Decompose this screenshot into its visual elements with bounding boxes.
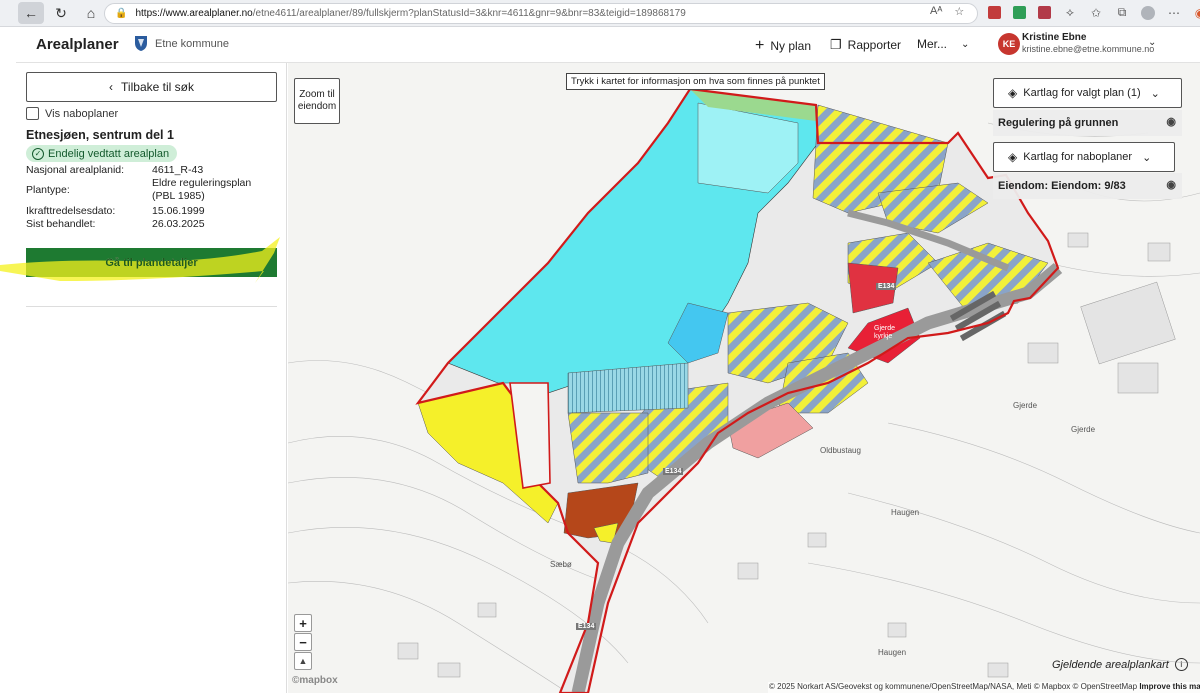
home-icon[interactable]: ⌂ xyxy=(78,2,104,24)
show-neighbour-plans-toggle[interactable]: Vis naboplaner xyxy=(26,107,118,120)
favorites-icon[interactable]: ✩ xyxy=(1089,6,1103,20)
user-avatar[interactable]: KE xyxy=(998,33,1020,55)
zoom-to-property-line-1: Zoom til xyxy=(299,89,335,100)
sidebar-divider xyxy=(26,306,277,307)
go-to-plan-details-overlay[interactable]: Gå til plandetaljer xyxy=(26,248,277,277)
map-click-tooltip: Trykk i kartet for informasjon om hva so… xyxy=(566,73,825,90)
zoom-in-button[interactable]: + xyxy=(294,614,312,632)
place-label-haugen-2: Haugen xyxy=(878,648,907,657)
url-path: /etne4611/arealplaner/89/fullskjerm?plan… xyxy=(252,8,686,19)
extensions-puzzle-icon[interactable]: ⟡ xyxy=(1063,5,1077,20)
improve-map-link[interactable]: Improve this map xyxy=(1139,682,1200,691)
national-id-value: 4611_R-43 xyxy=(152,164,204,176)
plan-title: Etnesjøen, sentrum del 1 xyxy=(26,128,174,142)
chevron-down-icon: ⌄ xyxy=(961,38,970,50)
extension-green-icon[interactable] xyxy=(1013,6,1026,19)
layer-regulation-row[interactable]: Regulering på grunnen ◉ xyxy=(993,110,1182,136)
effective-date-value: 15.06.1999 xyxy=(152,205,205,217)
status-label: Endelig vedtatt arealplan xyxy=(48,147,170,160)
eye-icon[interactable]: ◉ xyxy=(1166,115,1176,128)
layer-regulation-label: Regulering på grunnen xyxy=(998,117,1119,129)
app-header: Arealplaner Etne kommune + Ny plan ❐ Rap… xyxy=(16,27,1200,63)
current-plan-map-text: Gjeldende arealplankart xyxy=(1052,658,1169,671)
back-arrow-icon[interactable]: ← xyxy=(18,2,44,24)
collections-icon[interactable]: ⧉ xyxy=(1115,5,1129,20)
kommune-shield-icon xyxy=(135,36,147,51)
place-label-oldbustaug: Oldbustaug xyxy=(820,446,861,455)
profile-icon[interactable] xyxy=(1141,5,1155,20)
compass-icon[interactable]: ▲ xyxy=(294,652,312,670)
attribution-text: © 2025 Norkart AS/Geovekst og kommunene/… xyxy=(769,682,1138,691)
more-menu-button[interactable]: Mer... ⌄ xyxy=(917,37,969,51)
mapbox-logo[interactable]: ©mapbox xyxy=(292,675,338,686)
status-badge: ✓ Endelig vedtatt arealplan xyxy=(26,145,178,162)
striped-zone-west[interactable] xyxy=(567,412,649,484)
neighbour-plans-checkbox[interactable] xyxy=(26,107,39,120)
chevron-down-icon: ⌄ xyxy=(1150,87,1160,100)
plantype-label: Plantype: xyxy=(26,184,70,196)
check-circle-icon: ✓ xyxy=(32,147,44,160)
zoom-out-button[interactable]: − xyxy=(294,633,312,651)
browser-toolbar: ← ↻ ⌂ 🔒 https://www.arealplaner.no/etne4… xyxy=(0,0,1200,27)
back-to-search-label: Tilbake til søk xyxy=(121,80,194,94)
place-label-saebo: Sæbø xyxy=(550,560,572,569)
app-title[interactable]: Arealplaner xyxy=(36,36,119,53)
place-label-haugen-1: Haugen xyxy=(891,508,920,517)
eye-icon[interactable]: ◉ xyxy=(1166,178,1176,191)
more-label: Mer... xyxy=(917,37,948,51)
user-email: kristine.ebne@etne.kommune.no xyxy=(1022,44,1155,54)
zoom-to-property-line-2: eiendom xyxy=(297,101,337,112)
info-icon[interactable]: i xyxy=(1174,658,1188,671)
selected-plan-layers-button[interactable]: ◈ Kartlag for valgt plan (1) ⌄ xyxy=(993,78,1182,108)
copilot-icon[interactable]: ◉ xyxy=(1193,6,1200,20)
plantype-value-line-2: (PBL 1985) xyxy=(152,190,205,202)
national-id-label: Nasjonal arealplanid: xyxy=(26,164,125,176)
kommune-name: Etne kommune xyxy=(155,38,229,50)
neighbour-plans-label: Vis naboplaner xyxy=(45,107,119,120)
place-label-gjerde-2: Gjerde xyxy=(1071,425,1096,434)
plan-sidebar: ‹ Tilbake til søk Vis naboplaner Etnesjø… xyxy=(0,63,287,693)
back-to-search-button[interactable]: ‹ Tilbake til søk xyxy=(26,72,277,102)
last-treated-value: 26.03.2025 xyxy=(152,218,205,230)
plus-icon: + xyxy=(755,37,765,54)
church-label: Gjerde kyrkje xyxy=(874,325,896,340)
neighbour-layers-label: Kartlag for naboplaner xyxy=(1023,151,1133,163)
extension-red-icon[interactable] xyxy=(988,6,1001,19)
zoom-to-property-button[interactable]: Zoom til eiendom xyxy=(294,78,340,124)
last-treated-label: Sist behandlet: xyxy=(26,218,96,230)
more-dots-icon[interactable]: ⋯ xyxy=(1167,6,1181,20)
layer-property-row[interactable]: Eiendom: Eiendom: 9/83 ◉ xyxy=(993,173,1182,199)
reports-label: Rapporter xyxy=(847,38,902,52)
new-plan-button[interactable]: + Ny plan xyxy=(755,37,811,55)
plantype-value-line-1: Eldre reguleringsplan xyxy=(152,177,252,189)
effective-date-label: Ikrafttredelsesdato: xyxy=(26,205,116,217)
document-icon: ❐ xyxy=(830,37,842,52)
layer-property-label: Eiendom: Eiendom: 9/83 xyxy=(998,180,1126,192)
reports-button[interactable]: ❐ Rapporter xyxy=(830,37,901,53)
user-name: Kristine Ebne xyxy=(1022,32,1087,43)
map-view[interactable]: Gjerde Gjerde Oldbustaug Haugen Haugen S… xyxy=(288,63,1200,693)
user-menu-chevron-icon[interactable]: ⌄ xyxy=(1148,37,1156,48)
go-to-plan-details-text: Gå til plandetaljer xyxy=(105,256,198,269)
road-label-e134-north: E134 xyxy=(876,283,897,290)
neighbour-layers-button[interactable]: ◈ Kartlag for naboplaner ⌄ xyxy=(993,142,1175,172)
reload-icon[interactable]: ↻ xyxy=(48,2,74,24)
chevron-down-icon: ⌄ xyxy=(1142,151,1152,164)
layers-icon: ◈ xyxy=(1008,150,1018,164)
current-plan-map-label[interactable]: Gjeldende arealplankart i xyxy=(1052,658,1188,671)
address-bar[interactable]: 🔒 https://www.arealplaner.no/etne4611/ar… xyxy=(104,3,978,24)
read-aloud-icon[interactable]: Aᴬ xyxy=(930,5,942,18)
chevron-left-icon: ‹ xyxy=(109,80,114,94)
road-label-e134-south: E134 xyxy=(576,623,597,630)
map-attribution: © 2025 Norkart AS/Geovekst og kommunene/… xyxy=(768,682,1200,693)
new-plan-label: Ny plan xyxy=(770,39,812,53)
favorite-star-icon[interactable]: ☆ xyxy=(954,5,964,18)
selected-plan-layers-label: Kartlag for valgt plan (1) xyxy=(1023,87,1141,99)
url-host: https://www.arealplaner.no xyxy=(135,8,253,19)
layers-icon: ◈ xyxy=(1008,86,1018,100)
place-label-gjerde-1: Gjerde xyxy=(1013,401,1038,410)
extension-badge-icon[interactable] xyxy=(1038,6,1051,19)
road-label-e134-centre: E134 xyxy=(663,468,684,475)
lock-icon: 🔒 xyxy=(115,8,128,19)
